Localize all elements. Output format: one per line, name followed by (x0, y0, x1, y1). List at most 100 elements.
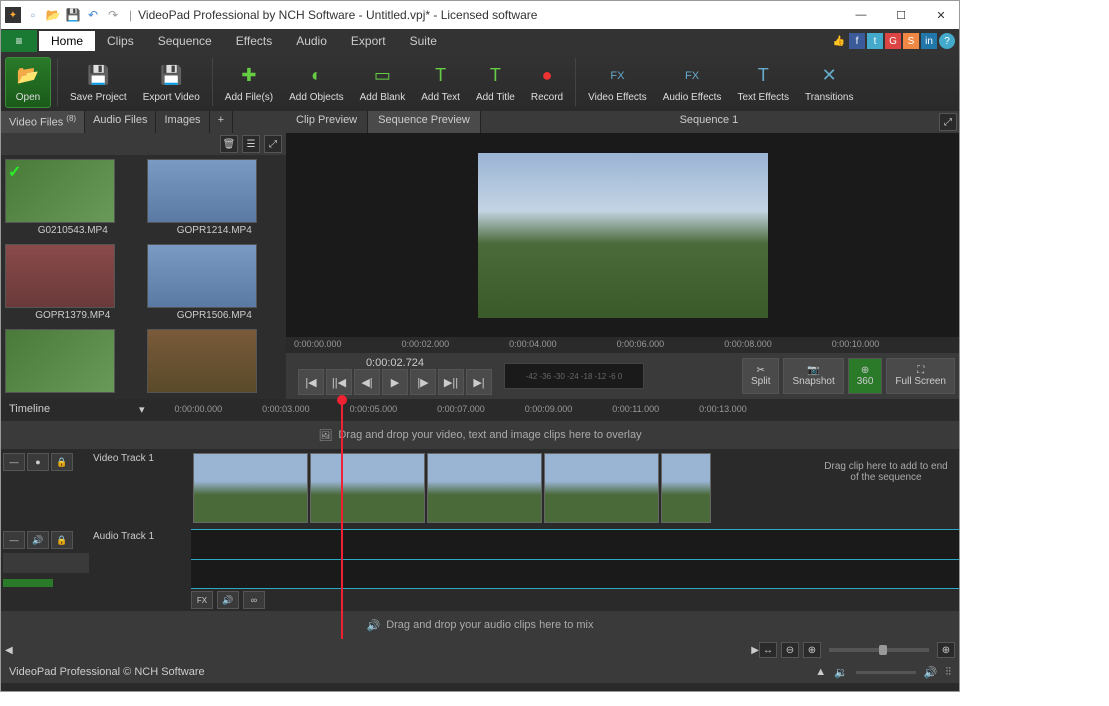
tab-clip-preview[interactable]: Clip Preview (286, 111, 368, 133)
menu-clips[interactable]: Clips (95, 31, 146, 51)
volume-icon[interactable]: 🔉 (834, 666, 848, 679)
media-item[interactable] (147, 329, 283, 395)
add-title-button[interactable]: T Add Title (470, 60, 521, 105)
zoom-in-icon[interactable]: ⊕ (803, 642, 821, 658)
save-icon[interactable]: 💾 (65, 7, 81, 23)
tab-add[interactable]: + (210, 111, 233, 133)
video-track-toolbar: — ● 🔒 (1, 451, 91, 529)
goto-end-button[interactable]: ▶| (466, 369, 492, 395)
master-volume-icon[interactable]: 🔊 (924, 666, 938, 679)
twitter-icon[interactable]: t (867, 33, 883, 49)
menu-suite[interactable]: Suite (398, 31, 449, 51)
track-collapse-icon[interactable]: — (3, 453, 25, 471)
zoom-reset-icon[interactable]: ⊕ (937, 642, 955, 658)
timeline-clip[interactable] (544, 453, 659, 523)
prev-frame-button[interactable]: ||◀ (326, 369, 352, 395)
export-video-button[interactable]: 💾 Export Video (137, 60, 206, 105)
media-item[interactable] (5, 329, 141, 395)
audio-effects-button[interactable]: FX Audio Effects (657, 60, 728, 105)
tab-video-files[interactable]: Video Files (8) (1, 111, 85, 133)
delete-icon[interactable]: 🗑 (220, 135, 238, 153)
timeline-clip[interactable] (661, 453, 711, 523)
add-text-button[interactable]: T Add Text (415, 60, 466, 105)
media-item[interactable]: GOPR1214.MP4 (147, 159, 283, 238)
menu-audio[interactable]: Audio (284, 31, 339, 51)
fit-icon[interactable]: ↔ (759, 642, 777, 658)
timeline-clip[interactable] (193, 453, 308, 523)
track-lock-icon[interactable]: 🔒 (51, 531, 73, 549)
check-icon: ✓ (8, 162, 21, 182)
fx-button[interactable]: FX (191, 591, 213, 609)
facebook-icon[interactable]: f (849, 33, 865, 49)
open-button[interactable]: 📂 Open (5, 57, 51, 108)
add-blank-button[interactable]: ▭ Add Blank (354, 60, 412, 105)
tab-audio-files[interactable]: Audio Files (85, 111, 156, 133)
collapse-up-icon[interactable]: ▲ (815, 666, 826, 678)
speaker-icon[interactable]: 🔊 (217, 591, 239, 609)
record-button[interactable]: ● Record (525, 60, 569, 105)
volume-slider[interactable] (856, 671, 916, 674)
settings-icon[interactable]: ⫶⫶ (946, 666, 952, 679)
text-effects-button[interactable]: T Text Effects (731, 60, 795, 105)
linkedin-icon[interactable]: in (921, 33, 937, 49)
scroll-left-icon[interactable]: ◀ (5, 645, 13, 656)
ribbon-label: Save Project (70, 92, 127, 103)
next-frame-button[interactable]: ▶|| (438, 369, 464, 395)
list-view-icon[interactable]: ☰ (242, 135, 260, 153)
help-icon[interactable]: ? (939, 33, 955, 49)
step-fwd-button[interactable]: |▶ (410, 369, 436, 395)
redo-icon[interactable]: ↷ (105, 7, 121, 23)
save-project-button[interactable]: 💾 Save Project (64, 60, 133, 105)
stumble-icon[interactable]: S (903, 33, 919, 49)
play-button[interactable]: ▶ (382, 369, 408, 395)
menu-export[interactable]: Export (339, 31, 398, 51)
undo-icon[interactable]: ↶ (85, 7, 101, 23)
blank-icon: ▭ (368, 62, 396, 90)
detach-preview-icon[interactable]: ⤢ (939, 113, 957, 131)
timeline-ruler[interactable]: 0:00:00.000 0:00:03.000 0:00:05.000 0:00… (175, 404, 951, 414)
360-button[interactable]: ⊕ 360 (848, 358, 883, 394)
snapshot-button[interactable]: 📷 Snapshot (783, 358, 843, 394)
track-eye-icon[interactable]: ● (27, 453, 49, 471)
menu-home[interactable]: Home (39, 31, 95, 51)
track-lock-icon[interactable]: 🔒 (51, 453, 73, 471)
ribbon-label: Video Effects (588, 92, 647, 103)
minimize-button[interactable]: — (847, 5, 875, 25)
add-files-button[interactable]: ✚ Add File(s) (219, 60, 279, 105)
media-item[interactable]: GOPR1506.MP4 (147, 244, 283, 323)
media-item[interactable]: ✓ G0210543.MP4 (5, 159, 141, 238)
fullscreen-button[interactable]: ⛶ Full Screen (886, 358, 955, 394)
step-back-button[interactable]: ◀| (354, 369, 380, 395)
overlay-drop-zone[interactable]: 🖼 Drag and drop your video, text and ima… (1, 421, 959, 449)
video-track-content[interactable]: Drag clip here to add to end of the sequ… (191, 451, 959, 529)
tab-images[interactable]: Images (156, 111, 209, 133)
zoom-out-icon[interactable]: ⊖ (781, 642, 799, 658)
track-collapse-icon[interactable]: — (3, 531, 25, 549)
new-icon[interactable]: ▫ (25, 7, 41, 23)
media-item[interactable]: GOPR1379.MP4 (5, 244, 141, 323)
timeline-clip[interactable] (427, 453, 542, 523)
scroll-right-icon[interactable]: ▶ (751, 645, 759, 656)
preview-ruler[interactable]: 0:00:00.000 0:00:02.000 0:00:04.000 0:00… (286, 337, 959, 353)
zoom-slider[interactable] (829, 648, 929, 652)
track-mute-icon[interactable]: 🔊 (27, 531, 49, 549)
tab-sequence-preview[interactable]: Sequence Preview (368, 111, 481, 133)
maximize-button[interactable]: ☐ (887, 5, 915, 25)
google-icon[interactable]: G (885, 33, 901, 49)
add-objects-button[interactable]: ◐ Add Objects (283, 60, 349, 105)
link-icon[interactable]: ∞ (243, 591, 265, 609)
open-icon[interactable]: 📂 (45, 7, 61, 23)
like-icon[interactable]: 👍 (831, 33, 847, 49)
menu-effects[interactable]: Effects (224, 31, 284, 51)
close-button[interactable]: ✕ (927, 5, 955, 25)
hamburger-menu[interactable]: ≡ (1, 30, 37, 52)
video-effects-button[interactable]: FX Video Effects (582, 60, 653, 105)
transitions-button[interactable]: ✕ Transitions (799, 60, 860, 105)
goto-start-button[interactable]: |◀ (298, 369, 324, 395)
audio-waveform[interactable] (191, 529, 959, 589)
expand-icon[interactable]: ⤢ (264, 135, 282, 153)
audio-mix-drop-zone[interactable]: 🔊 Drag and drop your audio clips here to… (1, 611, 959, 639)
menu-sequence[interactable]: Sequence (146, 31, 224, 51)
split-button[interactable]: ✂ Split (742, 358, 779, 394)
timeline-clip[interactable] (310, 453, 425, 523)
